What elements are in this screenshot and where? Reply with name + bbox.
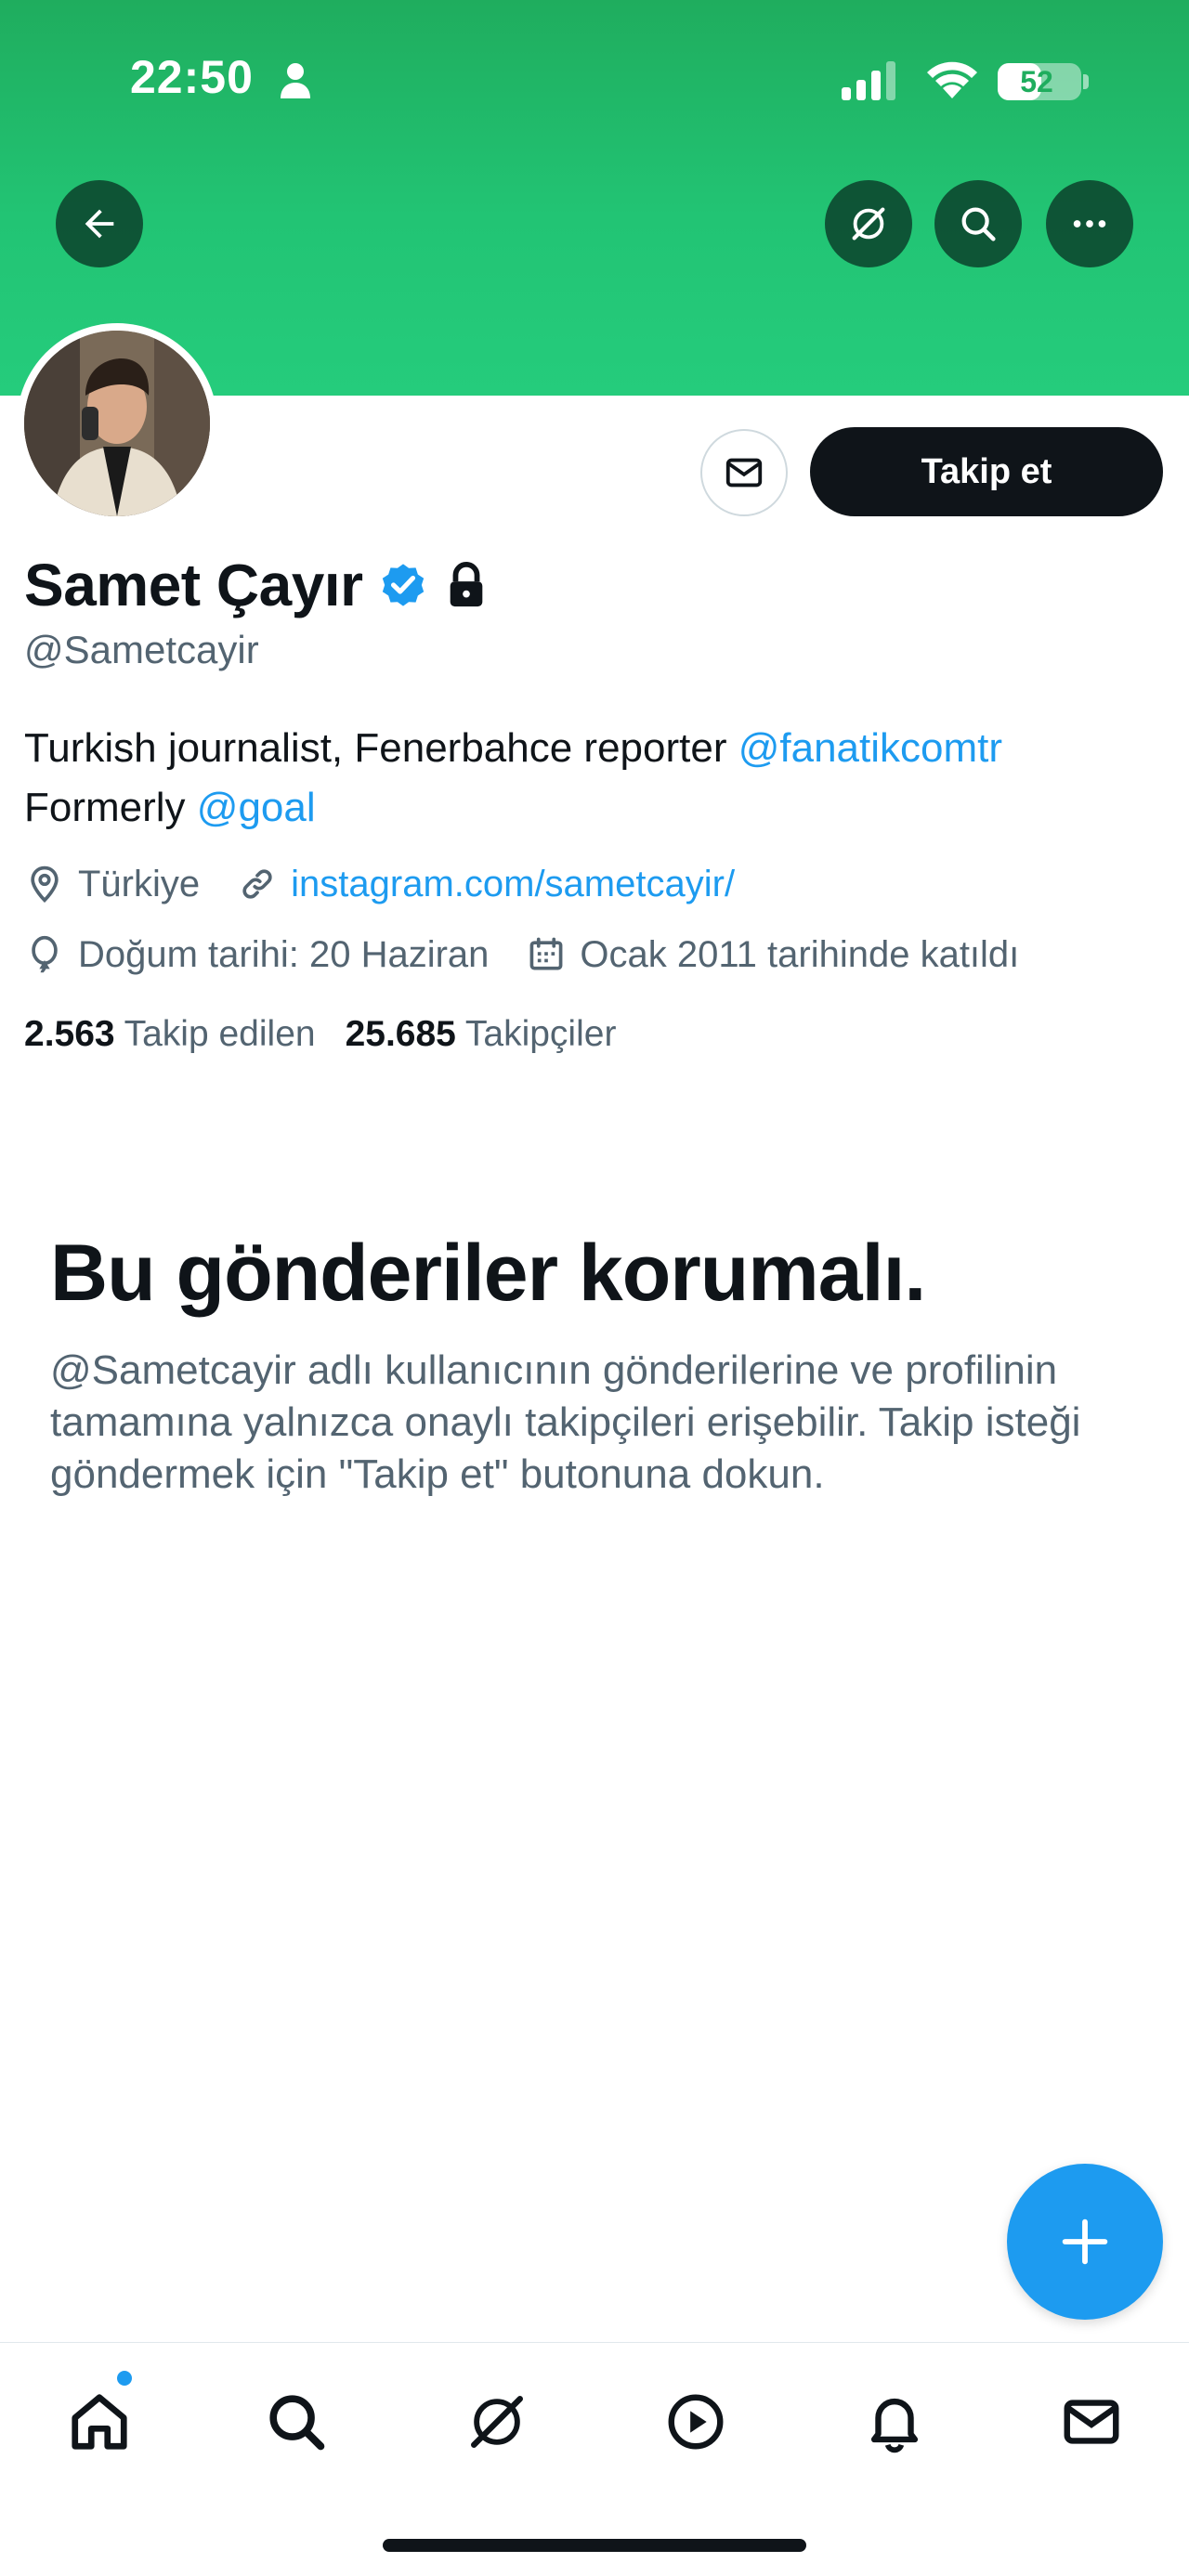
verified-badge-icon[interactable]	[377, 559, 429, 611]
tab-grok[interactable]	[455, 2380, 539, 2464]
plus-icon	[1062, 2218, 1108, 2265]
profile-birthday: Doğum tarihi: 20 Haziran	[78, 933, 490, 975]
battery-indicator: 52	[998, 63, 1081, 100]
mail-icon	[725, 458, 763, 488]
profile-website-link[interactable]: instagram.com/sametcayir/	[291, 864, 735, 905]
play-icon	[668, 2394, 724, 2450]
grok-icon	[852, 207, 885, 241]
followers-label: Takipçiler	[464, 1014, 617, 1054]
avatar[interactable]	[17, 323, 217, 524]
more-icon	[1073, 220, 1106, 228]
bio-mention-goal[interactable]: @goal	[197, 785, 316, 830]
bio-text-2: Formerly	[24, 785, 197, 830]
message-button[interactable]	[700, 429, 788, 516]
tab-video[interactable]	[654, 2380, 738, 2464]
bio-mention-fanatik[interactable]: @fanatikcomtr	[738, 725, 1002, 771]
battery-level: 52	[1020, 65, 1053, 98]
signal-icon	[842, 61, 895, 100]
grok-button[interactable]	[825, 180, 912, 267]
tab-notifications[interactable]	[853, 2380, 936, 2464]
followers-stat[interactable]: 25.685 Takipçiler	[346, 1014, 617, 1055]
balloon-icon	[32, 935, 58, 973]
search-button[interactable]	[934, 180, 1022, 267]
tab-messages[interactable]	[1050, 2380, 1133, 2464]
lock-icon	[451, 562, 483, 607]
home-icon	[72, 2394, 127, 2450]
protected-title: Bu gönderiler korumalı.	[50, 1229, 926, 1318]
profile-location: Türkiye	[78, 863, 201, 904]
mail-icon	[1064, 2400, 1119, 2444]
home-indicator	[383, 2539, 806, 2552]
back-button[interactable]	[56, 180, 143, 267]
followers-count: 25.685	[345, 1014, 456, 1054]
status-bar: 22:50 52	[0, 46, 1189, 121]
following-label: Takip edilen	[124, 1014, 316, 1054]
profile-handle: @Sametcayir	[24, 628, 259, 671]
link-icon	[242, 869, 272, 899]
bell-icon	[870, 2398, 919, 2453]
arrow-left-icon	[85, 209, 114, 239]
person-icon	[281, 63, 310, 98]
grok-icon	[471, 2396, 523, 2448]
profile-meta-row-2: Doğum tarihi: 20 Haziran Ocak 2011 tarih…	[24, 929, 1019, 981]
search-icon	[961, 207, 996, 241]
profile-joined-date: Ocak 2011 tarihinde katıldı	[580, 933, 1020, 975]
profile-name: Samet Çayır	[24, 552, 363, 618]
avatar-photo	[24, 331, 210, 516]
home-notification-dot	[117, 2371, 132, 2386]
bio-text: Turkish journalist, Fenerbahce reporter	[24, 725, 738, 771]
wifi-icon	[927, 61, 977, 98]
follow-button[interactable]: Takip et	[810, 427, 1163, 516]
profile-name-row: Samet Çayır	[24, 548, 487, 622]
following-stat[interactable]: 2.563 Takip edilen	[24, 1014, 316, 1055]
calendar-icon	[530, 937, 563, 970]
tab-search[interactable]	[255, 2380, 338, 2464]
follow-stats: 2.563 Takip edilen 25.685 Takipçiler	[24, 1008, 616, 1060]
search-icon	[269, 2395, 325, 2451]
battery-nub	[1083, 74, 1089, 89]
following-count: 2.563	[24, 1014, 115, 1054]
status-time: 22:50	[130, 51, 254, 103]
profile-bio: Turkish journalist, Fenerbahce reporter …	[24, 719, 1167, 838]
location-pin-icon	[31, 865, 59, 904]
protected-description: @Sametcayir adlı kullanıcının gönderiler…	[50, 1347, 1081, 1497]
more-button[interactable]	[1046, 180, 1133, 267]
tab-home[interactable]	[58, 2380, 141, 2464]
profile-meta-row-1: Türkiye instagram.com/sametcayir/	[24, 858, 735, 910]
compose-post-button[interactable]	[1007, 2164, 1163, 2320]
